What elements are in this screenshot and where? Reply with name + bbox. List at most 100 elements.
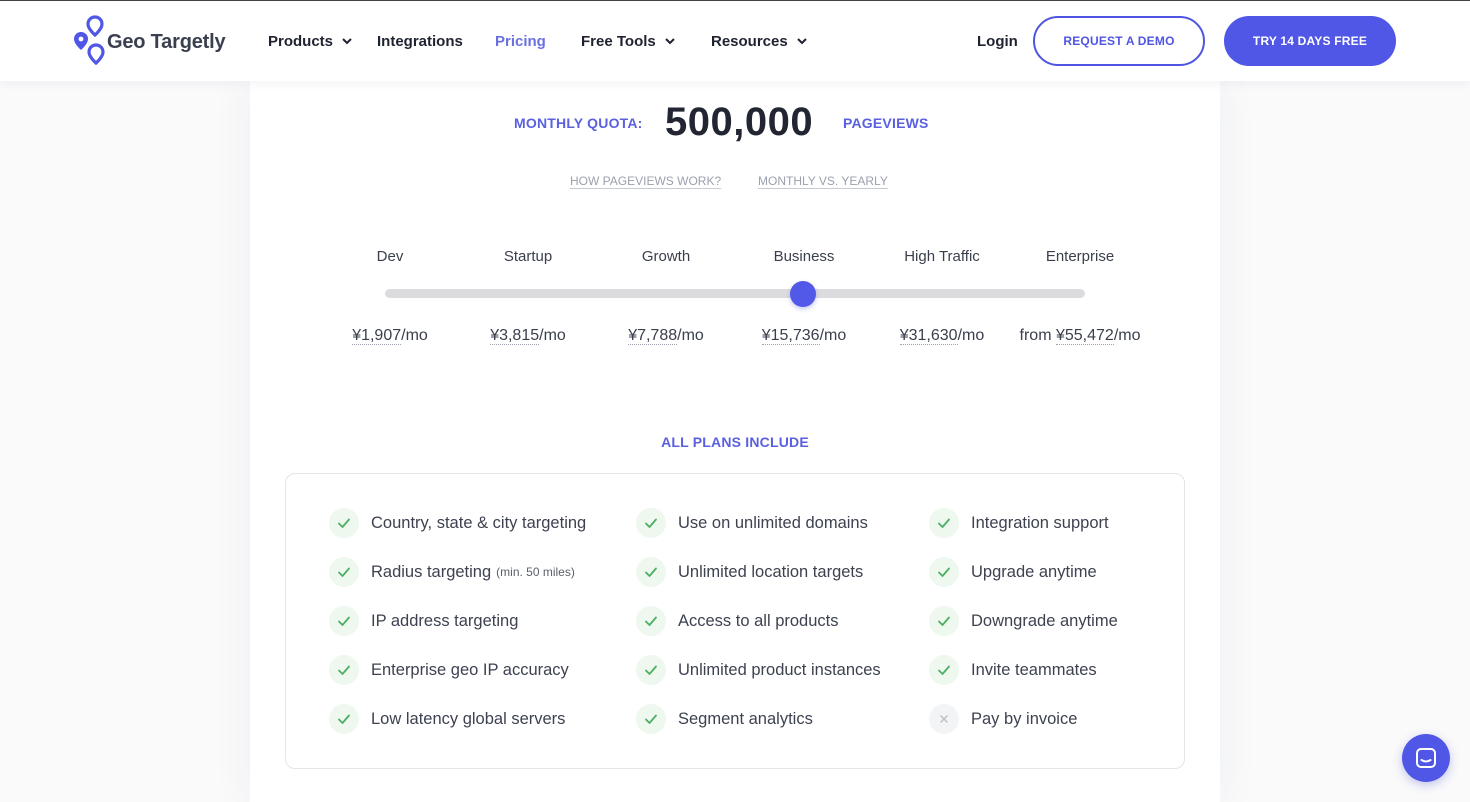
nav-resources-label: Resources <box>711 32 788 50</box>
chevron-down-icon <box>797 38 807 45</box>
price-suffix: /mo <box>401 327 428 344</box>
check-icon <box>929 508 959 538</box>
tier-price-growth: ¥7,788/mo <box>586 327 746 345</box>
check-icon <box>929 655 959 685</box>
feature-label: Enterprise geo IP accuracy <box>371 660 569 679</box>
tier-name-high-traffic[interactable]: High Traffic <box>872 248 1012 265</box>
chevron-down-icon <box>665 38 675 45</box>
tier-price-high-traffic: ¥31,630/mo <box>862 327 1022 345</box>
check-icon <box>636 508 666 538</box>
plan-slider-thumb[interactable] <box>790 281 816 307</box>
price-suffix: /mo <box>957 327 985 344</box>
feature-label: IP address targeting <box>371 611 519 630</box>
feature-item: Access to all products <box>636 606 839 636</box>
check-icon <box>636 704 666 734</box>
check-icon <box>329 508 359 538</box>
feature-item: Integration support <box>929 508 1109 538</box>
chat-icon <box>1416 748 1436 768</box>
nav-products[interactable]: Products <box>268 1 353 81</box>
monthly-quota-unit: PAGEVIEWS <box>843 115 929 131</box>
check-icon <box>329 655 359 685</box>
feature-label: Radius targeting <box>371 562 492 581</box>
feature-label: Integration support <box>971 513 1109 532</box>
plan-slider-track[interactable] <box>385 289 1085 298</box>
monthly-quota-value: 500,000 <box>665 100 814 144</box>
feature-item: IP address targeting <box>329 606 518 636</box>
cross-icon <box>929 704 959 734</box>
nav-free-tools[interactable]: Free Tools <box>581 1 676 81</box>
feature-item: Unlimited product instances <box>636 655 881 685</box>
tier-name-enterprise[interactable]: Enterprise <box>1010 248 1150 265</box>
feature-label: Upgrade anytime <box>971 562 1097 581</box>
price-prefix: from <box>1019 327 1056 344</box>
tier-name-startup[interactable]: Startup <box>458 248 598 265</box>
request-demo-button[interactable]: REQUEST A DEMO <box>1033 16 1205 66</box>
check-icon <box>329 606 359 636</box>
feature-note: (min. 50 miles) <box>496 565 575 579</box>
feature-label: Invite teammates <box>971 660 1097 679</box>
feature-item: Invite teammates <box>929 655 1097 685</box>
nav-integrations-label: Integrations <box>377 32 463 50</box>
check-icon <box>929 606 959 636</box>
check-icon <box>636 655 666 685</box>
nav-free-tools-label: Free Tools <box>581 32 656 50</box>
nav-resources[interactable]: Resources <box>711 1 808 81</box>
chevron-down-icon <box>342 38 352 45</box>
tier-price-enterprise: from ¥55,472/mo <box>1000 327 1160 345</box>
site-header: Geo Targetly Products Integrations Prici… <box>0 1 1470 81</box>
feature-item: Radius targeting (min. 50 miles) <box>329 557 575 587</box>
price-amount: ¥15,736 <box>761 327 820 345</box>
check-icon <box>636 557 666 587</box>
price-suffix: /mo <box>819 327 847 344</box>
price-suffix: /mo <box>1113 327 1141 344</box>
feature-label: Access to all products <box>678 611 839 630</box>
monthly-quota-label: MONTHLY QUOTA: <box>514 115 643 131</box>
feature-label: Downgrade anytime <box>971 611 1118 630</box>
check-icon <box>636 606 666 636</box>
geo-pin-logo-icon <box>74 15 105 66</box>
all-plans-include-heading: ALL PLANS INCLUDE <box>661 434 809 450</box>
feature-item: Use on unlimited domains <box>636 508 868 538</box>
chat-button[interactable] <box>1402 734 1450 782</box>
feature-label: Segment analytics <box>678 709 813 728</box>
feature-item: Segment analytics <box>636 704 813 734</box>
tier-name-dev[interactable]: Dev <box>320 248 460 265</box>
check-icon <box>929 557 959 587</box>
login-label: Login <box>977 32 1018 50</box>
nav-integrations[interactable]: Integrations <box>377 1 463 81</box>
price-amount: ¥1,907 <box>352 327 402 345</box>
tier-price-business: ¥15,736/mo <box>724 327 884 345</box>
how-pageviews-work-link[interactable]: HOW PAGEVIEWS WORK? <box>570 174 721 188</box>
check-icon <box>329 704 359 734</box>
price-amount: ¥31,630 <box>899 327 958 345</box>
tier-name-growth[interactable]: Growth <box>596 248 736 265</box>
feature-label: Pay by invoice <box>971 709 1078 728</box>
feature-item: Country, state & city targeting <box>329 508 586 538</box>
feature-item: Low latency global servers <box>329 704 565 734</box>
feature-label: Low latency global servers <box>371 709 566 728</box>
price-suffix: /mo <box>539 327 566 344</box>
feature-label: Unlimited product instances <box>678 660 881 679</box>
price-amount: ¥7,788 <box>628 327 678 345</box>
price-amount: ¥55,472 <box>1055 327 1114 345</box>
feature-item: Enterprise geo IP accuracy <box>329 655 569 685</box>
tier-price-dev: ¥1,907/mo <box>310 327 470 345</box>
check-icon <box>329 557 359 587</box>
feature-label: Use on unlimited domains <box>678 513 868 532</box>
feature-item: Downgrade anytime <box>929 606 1118 636</box>
tier-price-startup: ¥3,815/mo <box>448 327 608 345</box>
monthly-vs-yearly-link[interactable]: MONTHLY VS. YEARLY <box>758 174 888 188</box>
nav-pricing[interactable]: Pricing <box>495 1 546 81</box>
tier-name-business[interactable]: Business <box>734 248 874 265</box>
login-link[interactable]: Login <box>977 1 1018 81</box>
feature-item: Unlimited location targets <box>636 557 863 587</box>
feature-label: Country, state & city targeting <box>371 513 587 532</box>
feature-item: Upgrade anytime <box>929 557 1097 587</box>
logo-text: Geo Targetly <box>107 30 226 53</box>
nav-products-label: Products <box>268 32 334 50</box>
feature-label: Unlimited location targets <box>678 562 864 581</box>
logo[interactable]: Geo Targetly <box>72 15 226 69</box>
nav-pricing-label: Pricing <box>495 32 546 50</box>
feature-item: Pay by invoice <box>929 704 1077 734</box>
try-free-button[interactable]: TRY 14 DAYS FREE <box>1224 16 1396 66</box>
